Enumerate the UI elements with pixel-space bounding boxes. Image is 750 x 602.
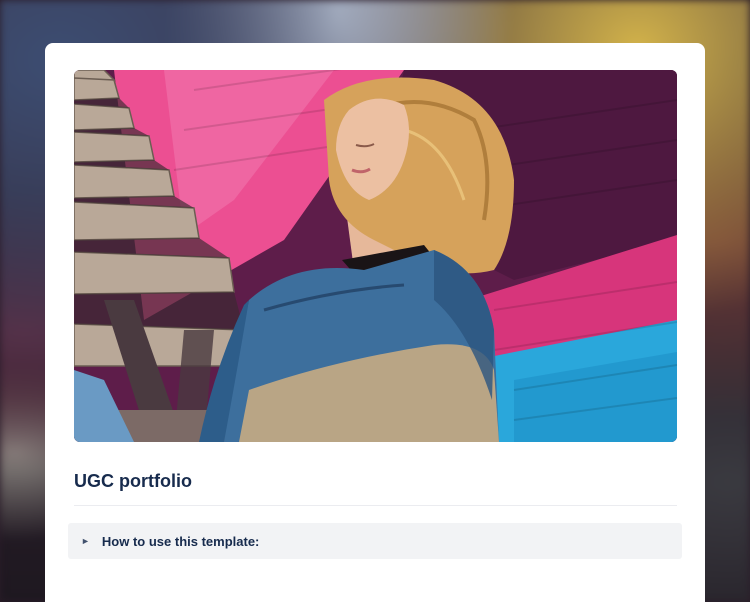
template-preview-card: UGC portfolio ► How to use this template… [45,43,705,602]
triangle-right-icon: ► [81,536,90,546]
divider [74,505,677,506]
expand-label: How to use this template: [101,533,260,549]
hero-photo-illustration [74,70,677,442]
how-to-use-expand[interactable]: ► How to use this template: [68,523,682,559]
page-title: UGC portfolio [74,471,192,491]
hero-image [74,70,677,442]
